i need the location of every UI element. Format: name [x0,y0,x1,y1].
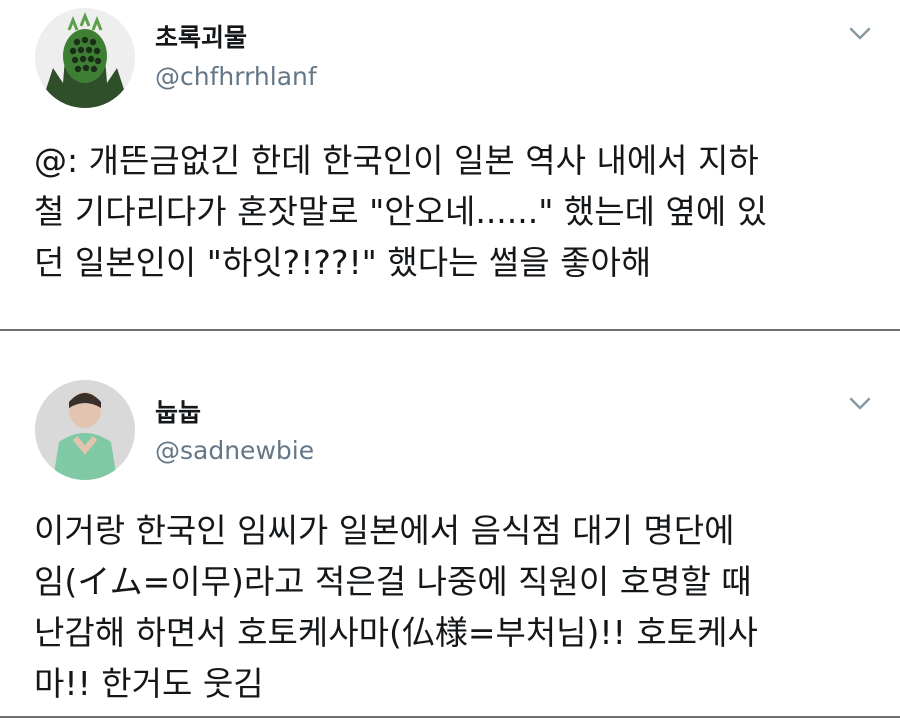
tweet-text-line: 철 기다리다가 혼잣말로 "안오네......" 했는데 옆에 있 [34,192,768,231]
username-handle[interactable]: @sadnewbie [155,436,314,465]
tweet-text: @: 개뜬금없긴 한데 한국인이 일본 역사 내에서 지하 철 기다리다가 혼잣… [34,135,874,288]
tweet-divider [0,329,900,331]
chevron-down-icon[interactable] [845,388,875,418]
tweet-text-line: 이거랑 한국인 임씨가 일본에서 음식점 대기 명단에 [34,511,735,550]
tweet-text-line: 던 일본인이 "하잇?!??!" 했다는 썰을 좋아해 [34,243,652,282]
avatar[interactable] [35,380,135,480]
green-monster-avatar-icon [35,8,135,108]
username-handle[interactable]: @chfhrrhlanf [155,62,317,91]
chevron-down-icon[interactable] [845,18,875,48]
tweet-text-line: 마!! 한거도 웃김 [34,664,264,703]
tweet-text-line: 임(イム=이무)라고 적은걸 나중에 직원이 호명할 때 [34,562,752,601]
tweet-card-2: 눕눕 @sadnewbie 이거랑 한국인 임씨가 일본에서 음식점 대기 명단… [0,332,900,723]
tweet-text-line: 난감해 하면서 호토케사마(仏様=부처님)!! 호토케사 [34,613,758,652]
tweet-text: 이거랑 한국인 임씨가 일본에서 음식점 대기 명단에 임(イム=이무)라고 적… [34,505,874,709]
tweet-card-1: 초록괴물 @chfhrrhlanf @: 개뜬금없긴 한데 한국인이 일본 역사… [0,0,900,330]
tweet-text-line: @: 개뜬금없긴 한데 한국인이 일본 역사 내에서 지하 [34,141,759,180]
tweet-divider [0,716,900,718]
display-name[interactable]: 초록괴물 [155,18,247,54]
avatar[interactable] [35,8,135,108]
display-name[interactable]: 눕눕 [155,393,201,429]
person-green-shirt-avatar-icon [35,380,135,480]
